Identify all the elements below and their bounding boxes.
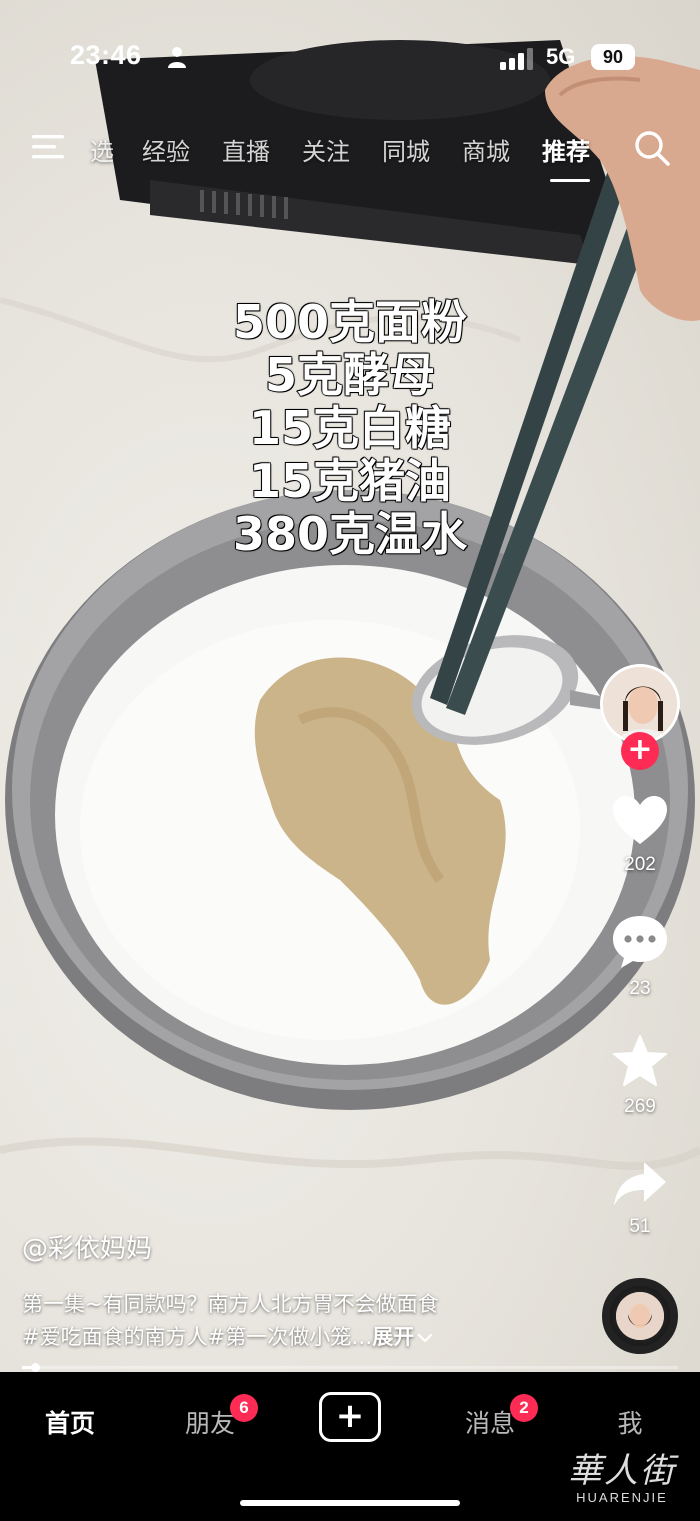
recipe-line: 500克面粉 <box>232 295 468 350</box>
nav-me-label: 我 <box>617 1409 643 1438</box>
home-indicator <box>240 1500 460 1506</box>
recipe-line: 15克白糖 <box>248 401 452 456</box>
person-icon <box>168 47 186 68</box>
favorite-action[interactable]: 269 <box>590 1034 690 1118</box>
nav-me[interactable]: 我 <box>580 1404 680 1440</box>
heart-icon <box>613 796 667 844</box>
tab-following[interactable]: 关注 <box>302 132 350 167</box>
star-icon <box>613 1035 667 1086</box>
creator-avatar-group: + <box>590 660 690 770</box>
signal-icon <box>500 48 533 70</box>
like-count: 202 <box>624 854 656 875</box>
expand-link[interactable]: 展开 <box>372 1325 414 1349</box>
active-tab-indicator <box>550 179 590 182</box>
tab-live[interactable]: 直播 <box>222 132 270 167</box>
like-action[interactable]: 202 <box>590 794 690 876</box>
music-disc[interactable] <box>602 1278 678 1354</box>
hashtags[interactable]: #爱吃面食的南方人#第一次做小笼… <box>22 1325 372 1349</box>
recipe-line: 380克温水 <box>232 507 468 562</box>
recipe-line: 5克酵母 <box>264 348 436 403</box>
tab-xuan[interactable]: 选 <box>90 132 114 167</box>
description-line: 第一集~有同款吗？南方人北方胃不会做面食 <box>22 1292 439 1316</box>
tab-experience[interactable]: 经验 <box>142 132 190 167</box>
share-count: 51 <box>629 1216 651 1237</box>
nav-messages[interactable]: 消息 2 <box>440 1394 540 1440</box>
nav-friends-label: 朋友 <box>184 1409 235 1438</box>
watermark-english: HUARENJIE <box>576 1490 668 1505</box>
author-name[interactable]: @彩依妈妈 <box>22 1228 152 1265</box>
comment-count: 23 <box>629 978 651 999</box>
playback-progress-bar[interactable] <box>22 1363 678 1372</box>
tab-nearby[interactable]: 同城 <box>382 132 430 167</box>
messages-badge: 2 <box>510 1394 538 1422</box>
chevron-down-icon[interactable] <box>417 1332 433 1344</box>
video-description: 第一集~有同款吗？南方人北方胃不会做面食 #爱吃面食的南方人#第一次做小笼…展开 <box>22 1288 582 1354</box>
watermark-chinese: 華人街 <box>568 1451 676 1491</box>
create-button[interactable]: + <box>319 1392 381 1442</box>
watermark: 華人街 HUARENJIE <box>552 1452 692 1516</box>
progress-knob[interactable] <box>31 1363 40 1372</box>
description-line-hashtags: #爱吃面食的南方人#第一次做小笼…展开 <box>22 1321 582 1354</box>
menu-icon[interactable] <box>30 132 66 162</box>
recipe-line: 15克猪油 <box>248 454 452 509</box>
friends-badge: 6 <box>230 1394 258 1422</box>
tab-recommended[interactable]: 推荐 <box>542 132 590 167</box>
share-arrow-icon <box>614 1162 666 1206</box>
comment-icon <box>613 916 667 968</box>
network-type: 5G <box>546 44 576 69</box>
music-cover <box>616 1292 664 1340</box>
nav-home-label: 首页 <box>44 1409 95 1438</box>
action-rail: + 202 23 269 51 <box>590 0 700 1372</box>
comment-action[interactable]: 23 <box>590 914 690 1000</box>
recipe-overlay: 500克面粉 5克酵母 15克白糖 15克猪油 380克温水 <box>150 295 550 562</box>
status-time: 23:46 <box>70 40 142 70</box>
tab-mall[interactable]: 商城 <box>462 132 510 167</box>
follow-button[interactable]: + <box>621 732 659 770</box>
nav-friends[interactable]: 朋友 6 <box>160 1394 260 1440</box>
nav-home[interactable]: 首页 <box>20 1404 120 1440</box>
share-action[interactable]: 51 <box>590 1160 690 1238</box>
favorite-count: 269 <box>624 1096 656 1117</box>
nav-messages-label: 消息 <box>464 1409 515 1438</box>
bottom-nav: 首页 朋友 6 + 消息 2 我 華人街 HUARENJIE <box>0 1372 700 1521</box>
